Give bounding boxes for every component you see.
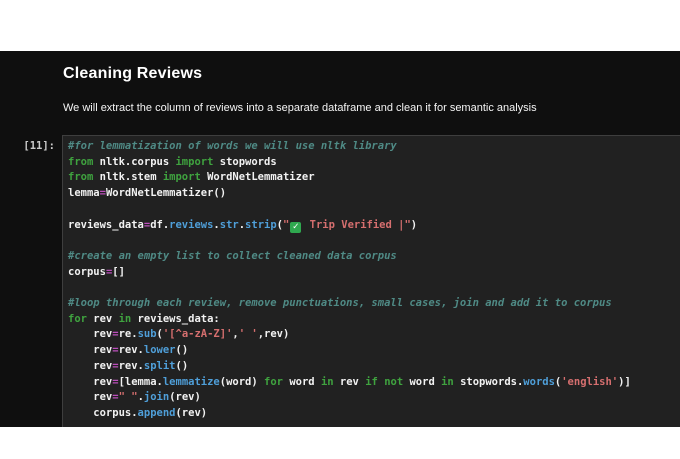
- code-token: lower: [143, 344, 176, 357]
- code-token: reviews_data: [68, 218, 144, 231]
- code-token: import: [175, 155, 214, 168]
- code-token: rev.: [118, 359, 144, 372]
- code-token: WordNetLemmatizer(): [105, 187, 227, 200]
- code-token: words: [523, 375, 555, 388]
- code-token: [lemma.: [118, 375, 163, 388]
- code-token: reviews_data:: [131, 312, 220, 325]
- code-token: 'english': [561, 375, 619, 388]
- code-token: df.: [150, 218, 170, 231]
- notebook-page: { "markdown": { "title": "Cleaning Revie…: [0, 0, 680, 459]
- code-token: #create an empty list to collect cleaned…: [68, 249, 397, 262]
- code-token: append: [137, 406, 176, 419]
- code-line: lemma=WordNetLemmatizer(): [68, 186, 680, 202]
- code-token: rev: [68, 391, 113, 404]
- execution-count-prompt: [11]:: [23, 140, 55, 152]
- code-token: in: [441, 375, 454, 388]
- code-token: '[^a-zA-Z]': [162, 328, 233, 341]
- code-token: corpus.: [68, 406, 138, 419]
- code-token: if: [365, 375, 378, 388]
- code-token: ' ': [238, 328, 258, 341]
- code-token: for: [68, 312, 87, 325]
- code-token: rev: [68, 375, 113, 388]
- code-token: rev: [68, 359, 113, 372]
- code-line: #create an empty list to collect cleaned…: [68, 249, 680, 265]
- code-token: in: [320, 375, 334, 388]
- code-token: join: [143, 391, 170, 404]
- code-token: )]: [618, 375, 631, 388]
- code-token: rev: [68, 344, 113, 357]
- check-emoji-icon: ✓: [290, 221, 302, 233]
- code-token: stopwords: [213, 155, 277, 168]
- markdown-cell-title: Cleaning Reviews: [63, 65, 203, 82]
- code-token: ): [410, 218, 418, 231]
- notebook-dark-canvas: Cleaning Reviews We will extract the col…: [0, 51, 680, 427]
- code-line: reviews_data=df.reviews.str.strip(" ✓ Tri…: [68, 218, 680, 234]
- code-token: lemmatize: [162, 375, 220, 388]
- code-line: for rev in reviews_data:: [68, 312, 680, 328]
- code-token: Trip Verified |": [303, 218, 411, 231]
- code-token: (word): [219, 375, 265, 388]
- code-line: corpus.append(rev): [68, 406, 680, 422]
- code-token: lemma: [68, 187, 100, 200]
- code-cell-editor[interactable]: #for lemmatization of words we will use …: [62, 135, 680, 427]
- code-line: rev=[lemma.lemmatize(word) for word in r…: [68, 375, 680, 391]
- code-token: in: [118, 312, 132, 325]
- markdown-cell-subtitle: We will extract the column of reviews in…: [63, 102, 537, 114]
- code-token: sub: [137, 328, 157, 341]
- code-token: rev: [86, 312, 119, 325]
- code-token: WordNetLemmatizer: [200, 171, 315, 184]
- code-token: corpus: [68, 265, 106, 278]
- code-token: stopwords.: [453, 375, 524, 388]
- code-token: not: [384, 375, 404, 388]
- code-token: nltk.corpus: [93, 155, 176, 168]
- code-line: rev=rev.split(): [68, 359, 680, 375]
- code-token: []: [112, 265, 125, 278]
- code-token: word: [403, 375, 442, 388]
- code-token: word: [283, 375, 321, 388]
- code-token: rev: [68, 328, 113, 341]
- code-line: #for lemmatization of words we will use …: [68, 139, 680, 155]
- code-token: rev: [333, 375, 366, 388]
- code-token: (): [175, 344, 189, 357]
- code-token: ": [282, 218, 290, 231]
- code-token: split: [143, 359, 176, 372]
- code-token: (rev): [175, 406, 208, 419]
- code-token: (rev): [169, 391, 201, 404]
- code-token: import: [162, 171, 201, 184]
- code-line: corpus=[]: [68, 265, 680, 281]
- code-token: str: [219, 218, 239, 231]
- code-line: rev=re.sub('[^a-zA-Z]',' ',rev): [68, 327, 680, 343]
- code-token: nltk.stem: [93, 171, 163, 184]
- code-token: " ": [118, 391, 138, 404]
- code-token: reviews: [169, 218, 214, 231]
- code-token: strip: [245, 218, 277, 231]
- code-token: rev.: [118, 344, 144, 357]
- code-token: from: [68, 155, 94, 168]
- code-line: rev=rev.lower(): [68, 343, 680, 359]
- code-cell: [11]: #for lemmatization of words we wil…: [0, 135, 680, 427]
- code-token: #for lemmatization of words we will use …: [68, 140, 397, 152]
- code-token: re.: [118, 328, 138, 341]
- code-line: #loop through each review, remove punctu…: [68, 296, 680, 312]
- code-token: (): [175, 359, 189, 372]
- code-token: ,rev): [257, 328, 290, 341]
- code-token: for: [264, 375, 283, 388]
- code-token: #loop through each review, remove punctu…: [68, 297, 612, 310]
- code-token: from: [68, 171, 94, 184]
- code-line: from nltk.corpus import stopwords: [68, 155, 680, 171]
- code-line: rev=" ".join(rev): [68, 390, 680, 406]
- code-line: from nltk.stem import WordNetLemmatizer: [68, 170, 680, 186]
